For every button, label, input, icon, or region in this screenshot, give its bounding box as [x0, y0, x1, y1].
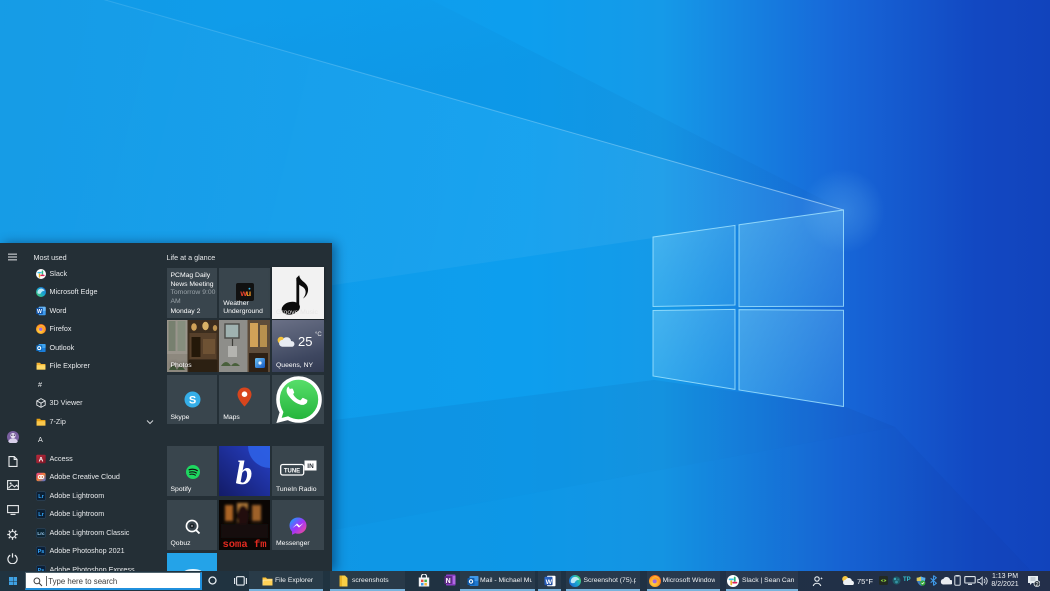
- svg-text:Lr: Lr: [38, 494, 44, 500]
- svg-text:soma fm: soma fm: [223, 539, 267, 551]
- svg-text:b: b: [236, 455, 253, 492]
- svg-text:W: W: [37, 309, 42, 315]
- svg-text:A: A: [39, 456, 44, 463]
- svg-text:2: 2: [1035, 582, 1038, 587]
- svg-text:Lr: Lr: [38, 512, 44, 518]
- svg-text:u: u: [246, 288, 251, 298]
- svg-text:N: N: [445, 578, 450, 585]
- svg-text:Lrc: Lrc: [37, 531, 45, 536]
- svg-text:TUNE: TUNE: [284, 468, 300, 474]
- svg-text:Ps: Ps: [38, 549, 45, 555]
- svg-text:W: W: [546, 579, 553, 586]
- svg-text:IN: IN: [307, 463, 314, 470]
- svg-text:S: S: [188, 394, 195, 406]
